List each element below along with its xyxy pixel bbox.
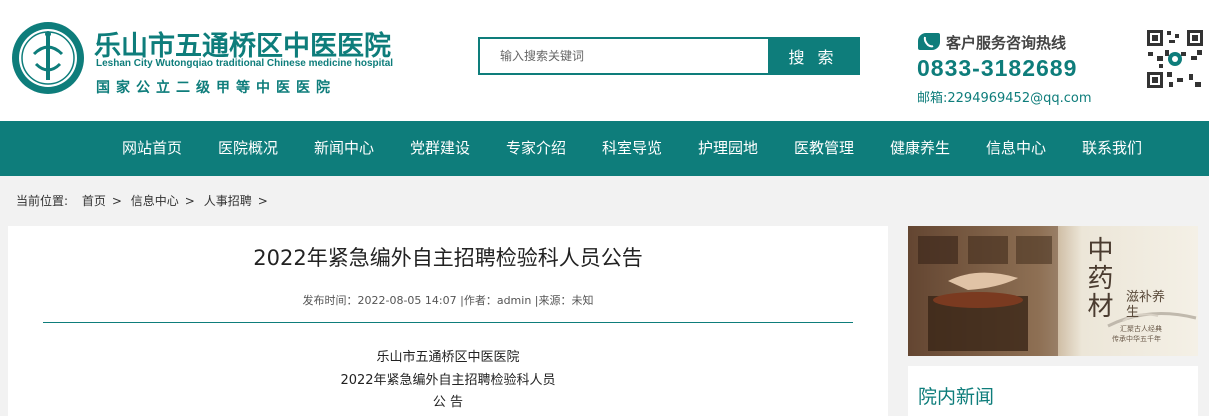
hotline-number: 0833-3182689 — [917, 55, 1078, 81]
nav-item-home[interactable]: 网站首页 — [122, 121, 182, 176]
hospital-news-box: 院内新闻 — [908, 366, 1198, 416]
main-nav: 网站首页 医院概况 新闻中心 党群建设 专家介绍 科室导览 护理园地 医教管理 … — [0, 121, 1209, 176]
breadcrumb-separator: > — [257, 194, 268, 208]
nav-item-info[interactable]: 信息中心 — [986, 121, 1046, 176]
nav-item-contact[interactable]: 联系我们 — [1082, 121, 1142, 176]
search-input[interactable] — [480, 39, 770, 73]
phone-icon — [918, 33, 940, 50]
article-body-line: 乐山市五通桥区中医医院 — [376, 350, 520, 365]
nav-item-nursing[interactable]: 护理园地 — [698, 121, 758, 176]
hospital-logo-icon[interactable] — [10, 20, 86, 96]
hotline-label: 客户服务咨询热线 — [946, 34, 1067, 52]
article-divider — [43, 322, 853, 323]
breadcrumb-label: 当前位置: — [16, 194, 69, 208]
breadcrumb: 当前位置: 首页 > 信息中心 > 人事招聘 > — [16, 192, 273, 209]
contact-email: 邮箱:2294969452@qq.com — [917, 91, 1092, 106]
article-body-line: 2022年紧急编外自主招聘检验科人员 — [340, 373, 556, 388]
article-title: 2022年紧急编外自主招聘检验科人员公告 — [253, 246, 643, 270]
article-panel: 2022年紧急编外自主招聘检验科人员公告 发布时间：2022-08-05 14:… — [8, 226, 888, 416]
hospital-news-title[interactable]: 院内新闻 — [918, 382, 994, 409]
nav-item-party[interactable]: 党群建设 — [410, 121, 470, 176]
banner-caption-2: 传承中华五千年 — [1112, 335, 1161, 343]
banner-title: 中药材 — [1083, 236, 1113, 320]
breadcrumb-separator: > — [184, 194, 195, 208]
nav-item-departments[interactable]: 科室导览 — [602, 121, 662, 176]
qr-code-icon — [1145, 28, 1205, 90]
breadcrumb-link-home[interactable]: 首页 — [82, 194, 106, 208]
nav-item-health[interactable]: 健康养生 — [890, 121, 950, 176]
breadcrumb-link-hr[interactable]: 人事招聘 — [204, 194, 252, 208]
nav-item-about[interactable]: 医院概况 — [218, 121, 278, 176]
search-form: 搜 索 — [478, 37, 860, 75]
nav-item-experts[interactable]: 专家介绍 — [506, 121, 566, 176]
banner-caption-1: 汇聚古人经典 — [1120, 325, 1162, 333]
nav-item-education[interactable]: 医教管理 — [794, 121, 854, 176]
breadcrumb-link-info[interactable]: 信息中心 — [131, 194, 179, 208]
site-header: 乐山市五通桥区中医医院 Leshan City Wutongqiao tradi… — [0, 0, 1209, 121]
nav-item-news[interactable]: 新闻中心 — [314, 121, 374, 176]
site-name-en: Leshan City Wutongqiao traditional Chine… — [96, 58, 394, 69]
banner-subtitle: 滋补养生 — [1126, 290, 1166, 320]
site-subtitle: 国家公立二级甲等中医医院 — [96, 80, 336, 96]
article-body-line: 公 告 — [432, 395, 464, 410]
search-button[interactable]: 搜 索 — [768, 39, 858, 73]
breadcrumb-separator: > — [111, 194, 122, 208]
article-meta: 发布时间：2022-08-05 14:07 |作者：admin |来源：未知 — [302, 294, 594, 307]
herbal-medicine-banner[interactable]: 中药材 滋补养生 汇聚古人经典 传承中华五千年 — [908, 226, 1198, 356]
